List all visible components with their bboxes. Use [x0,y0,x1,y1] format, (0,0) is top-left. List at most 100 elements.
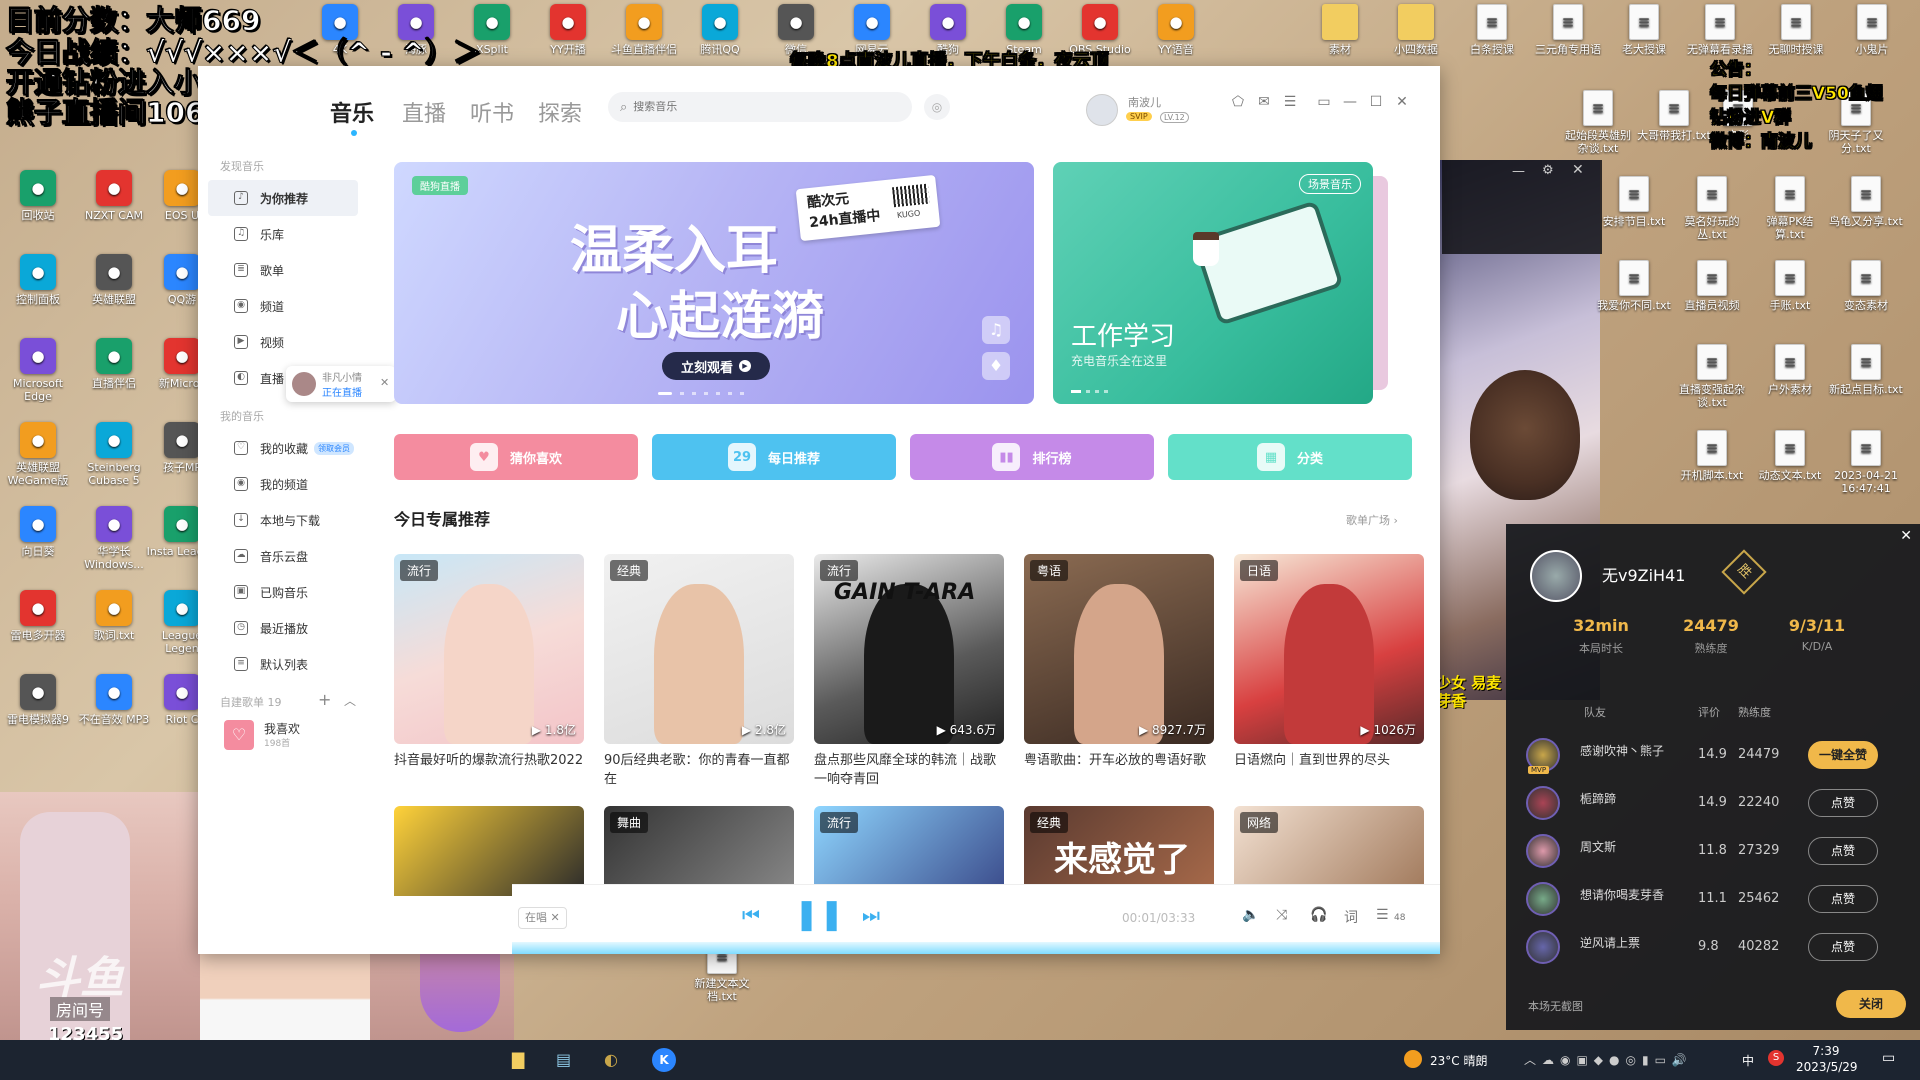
playlist-cover[interactable]: 日语 ▶ 1026万 [1234,554,1424,744]
playlist-title[interactable]: 盘点那些风靡全球的韩流｜战歌一响夺青回 [814,751,1004,789]
desktop-icon-left[interactable]: ● Steinberg Cubase 5 [76,422,152,487]
vip-tag[interactable]: 领取会员 [314,441,355,455]
like-all-button[interactable]: 一键全赞 [1808,741,1878,769]
desktop-icon-top[interactable]: ● 微信 [758,4,834,56]
scene-dots[interactable] [1071,390,1108,393]
banner-live[interactable]: 酷狗直播 温柔入耳 心起涟漪 酷次元 24h直播中 KUGO 立刻观看 ▶ ♫ … [394,162,1034,404]
volume-icon[interactable]: 🔈 [1242,907,1259,923]
desktop-icon-left[interactable]: ● 向日葵 [0,506,76,571]
sidebar-item-discover[interactable]: ◉ 频道 [208,288,358,324]
shuffle-icon[interactable]: ⤨ [1276,907,1287,923]
sidebar-item-discover[interactable]: ▶ 视频 [208,324,358,360]
playlist-cover[interactable]: 粤语 ▶ 8927.7万 [1024,554,1214,744]
weather-icon[interactable] [1404,1050,1422,1068]
tab-music[interactable]: 音乐 [330,96,374,128]
now-tag[interactable]: 在唱 ✕ [518,907,567,929]
like-button[interactable]: 点赞 [1808,837,1878,865]
desktop-doc[interactable]: ≡ 手账.txt [1752,260,1828,325]
sidebar-item-discover[interactable]: ♫ 乐库 [208,216,358,252]
maximize-icon[interactable]: ☐ [1368,94,1384,110]
desktop-icon-left[interactable]: ● 不在音效 MP3 [76,674,152,739]
playlist-title[interactable]: 粤语歌曲：开车必放的粤语好歌 [1024,751,1214,789]
collapse-icon[interactable]: ︿ [344,692,356,709]
like-button[interactable]: 点赞 [1808,933,1878,961]
mini-mode-icon[interactable]: ▭ [1316,94,1332,110]
mail-icon[interactable]: ✉ [1256,94,1272,110]
quick-category[interactable]: ▦ 分类 [1168,434,1412,480]
quick-daily-recommend[interactable]: 29 每日推荐 [652,434,896,480]
quick-charts[interactable]: ▮▮ 排行榜 [910,434,1154,480]
clock-time[interactable]: 7:39 [1796,1044,1856,1058]
lyric-button[interactable]: 词 [1344,907,1358,927]
desktop-doc[interactable]: ≡ 安排节目.txt [1596,176,1672,241]
playlist-title[interactable]: 日语燃向｜直到世界的尽头 [1234,751,1424,789]
desktop-folder[interactable]: 小四数据 [1378,4,1454,56]
desktop-icon-left[interactable]: ● 雷电多开器 [0,590,76,655]
desktop-doc[interactable]: ≡ 我爱你不同.txt [1596,260,1672,325]
like-button[interactable]: 点赞 [1808,789,1878,817]
taskbar-notepad-icon[interactable]: ▤ [556,1050,571,1069]
desktop-doc[interactable]: ≡ 鸟龟又分享.txt [1828,176,1904,241]
playlist-cover[interactable]: 流行 ▶ 1.8亿 [394,554,584,744]
avatar[interactable] [1086,94,1118,126]
mini-window-minimize-icon[interactable]: — [1512,164,1525,179]
playlist-card[interactable]: 日语 ▶ 1026万日语燃向｜直到世界的尽头 [1234,554,1424,789]
ime-indicator[interactable]: 中 [1742,1052,1754,1069]
quick-guess-you-like[interactable]: ♥ 猜你喜欢 [394,434,638,480]
sidebar-item-mine[interactable]: ♡ 我的收藏 领取会员 [208,430,358,466]
playlist-card[interactable]: 流行 [814,806,1004,896]
sidebar-item-mine[interactable]: ≡ 默认列表 [208,646,358,682]
next-icon[interactable]: ⏭ [862,903,880,927]
desktop-icon-left[interactable]: ● 直播伴侣 [76,338,152,403]
queue-icon[interactable]: ☰ [1376,907,1389,923]
desktop-doc[interactable]: ≡ 新起点目标.txt [1828,344,1904,409]
desktop-doc[interactable]: ≡ 直播变强起杂谈.txt [1674,344,1750,409]
desktop-icon-left[interactable]: ● 华学长 Windows... [76,506,152,571]
menu-icon[interactable]: ☰ [1282,94,1298,110]
prev-icon[interactable]: ⏮ [742,903,760,927]
desktop-icon-top[interactable]: ● Steam [986,4,1062,56]
desktop-doc[interactable]: ≡ 莫名好玩的丛.txt [1674,176,1750,241]
sidebar-item-mine[interactable]: ▣ 已购音乐 [208,574,358,610]
search-input[interactable] [633,101,854,113]
desktop-icon-left[interactable]: ● 控制面板 [0,254,76,319]
sidebar-item-discover[interactable]: ≣ 歌单 [208,252,358,288]
tray-app-icon[interactable]: S [1768,1050,1784,1066]
desktop-doc[interactable]: ≡ 2023-04-21 16:47:41 [1828,430,1904,495]
desktop-icon-top[interactable]: ● 网易云 [834,4,910,56]
desktop-doc[interactable]: ≡ 开机脚本.txt [1674,430,1750,495]
desktop-icon-left[interactable]: ● 雷电模拟器9 [0,674,76,739]
playlist-card[interactable]: 经典 来感觉了 [1024,806,1214,896]
taskbar-folder-icon[interactable]: ▇ [512,1050,524,1069]
desktop-icon-left[interactable]: ● 英雄联盟 WeGame版 [0,422,76,487]
clock-date[interactable]: 2023/5/29 [1796,1060,1858,1074]
desktop-doc[interactable]: ≡ 变态素材 [1828,260,1904,325]
desktop-icon-left[interactable]: ● 歌词.txt [76,590,152,655]
desktop-icon-top[interactable]: ≡ 三元角专用语 [1530,4,1606,56]
desktop-icon-top[interactable]: ● YY开播 [530,4,606,56]
desktop-folder[interactable]: 素材 [1302,4,1378,56]
panel-close-button[interactable]: 关闭 [1836,990,1906,1018]
sound-effect-icon[interactable]: 🎧 [1310,907,1327,923]
skin-icon[interactable]: ⬠ [1230,94,1246,110]
desktop-icon-left[interactable]: ● Microsoft Edge [0,338,76,403]
teammate-avatar[interactable] [1526,882,1560,916]
desktop-icon-top[interactable]: ● YY语音 [1138,4,1214,56]
tab-audiobook[interactable]: 听书 [470,96,514,128]
playlist-card[interactable]: 经典 ▶ 2.8亿 90后经典老歌：你的青春一直都在 [604,554,794,789]
panel-close-icon[interactable]: ✕ [1900,528,1912,544]
voice-search-button[interactable]: ◎ [924,94,950,120]
banner-scene-music[interactable]: 场景音乐 工作学习 充电音乐全在这里 [1053,162,1373,404]
watch-now-button[interactable]: 立刻观看 ▶ [662,352,770,380]
taskbar-kugou-icon[interactable]: K [652,1048,676,1072]
desktop-icon-top[interactable]: ≡ 小鬼片 [1834,4,1910,56]
user-name[interactable]: 南波儿 [1128,94,1161,110]
desktop-icon-top[interactable]: ≡ 无弹幕看录播 [1682,4,1758,56]
pause-icon[interactable]: ❚❚ [794,897,844,932]
sidebar-item-discover[interactable]: ♪ 为你推荐 [208,180,358,216]
search-box[interactable]: ⌕ [608,92,912,122]
taskbar-lol-icon[interactable]: ◐ [604,1050,618,1069]
close-icon[interactable]: ✕ [1394,94,1410,110]
desktop-icon-top[interactable]: ● 腾讯QQ [682,4,758,56]
desktop-icon-left[interactable]: ● 英雄联盟 [76,254,152,319]
